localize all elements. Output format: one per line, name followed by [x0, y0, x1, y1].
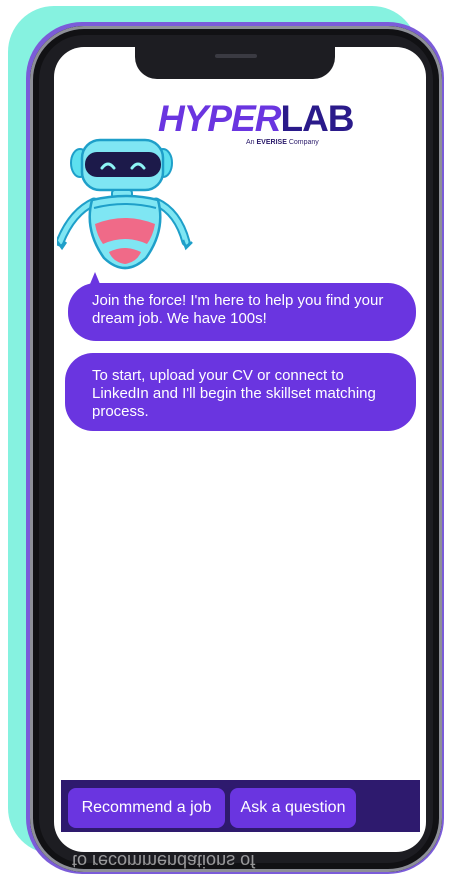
mirrored-reflection-text: to recommendations of search on their ow… — [72, 834, 420, 870]
recommend-job-button[interactable]: Recommend a job — [68, 788, 225, 828]
bot-message-1: Join the force! I'm here to help you fin… — [68, 283, 416, 341]
tagline-suffix: Company — [288, 139, 319, 146]
ask-question-button[interactable]: Ask a question — [230, 788, 356, 828]
phone-notch — [135, 47, 335, 79]
reflection-line-2: to recommendations of — [72, 851, 256, 870]
brand-name-part1: HYPER — [158, 98, 281, 139]
brand-name-part2: LAB — [280, 98, 354, 139]
tagline-prefix: An — [246, 139, 255, 146]
brand-tagline: An EVERISE Company — [246, 139, 319, 146]
phone-speaker — [215, 54, 257, 58]
bot-message-2: To start, upload your CV or connect to L… — [65, 353, 416, 431]
robot-mascot-icon — [57, 138, 193, 270]
brand-wordmark: HYPERLAB — [158, 98, 355, 139]
tagline-brand: EVERISE — [256, 139, 287, 146]
reflection-line-1: search on their own — [72, 834, 230, 853]
